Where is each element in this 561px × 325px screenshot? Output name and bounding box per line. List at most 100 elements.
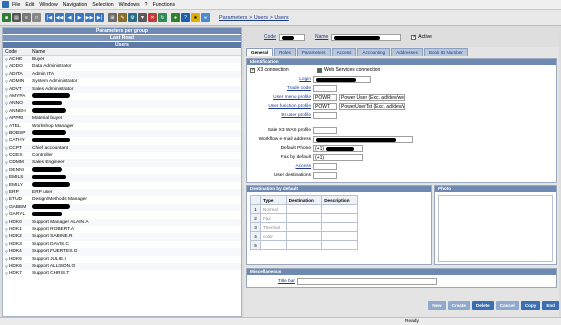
active-checkbox[interactable] [411, 34, 416, 40]
sales-profile-field[interactable] [313, 126, 337, 134]
list-item[interactable]: ⚲ CCPT Chief accountant [3, 144, 241, 153]
destination-cell[interactable] [285, 204, 323, 214]
destination-cell[interactable] [285, 222, 323, 232]
table-row[interactable]: 5 [250, 240, 358, 250]
destination-cell[interactable] [285, 213, 323, 223]
type-cell[interactable]: color [260, 231, 287, 241]
column-name[interactable]: Name [30, 49, 45, 55]
link-icon[interactable]: ∞ [201, 13, 210, 22]
create-button[interactable]: Create [447, 301, 470, 310]
delete-icon[interactable]: ✕ [148, 13, 157, 22]
save-icon[interactable]: ■ [2, 13, 11, 22]
menu-help[interactable]: ? [145, 2, 148, 8]
user-destinations-field[interactable] [313, 171, 337, 179]
list-item[interactable]: ⚲ ERP ERP user [3, 189, 241, 197]
first-record-icon[interactable]: |◀ [45, 13, 54, 22]
filter-icon[interactable]: ▼ [138, 13, 147, 22]
previous-record-icon[interactable]: ◀ [65, 13, 74, 22]
code-field[interactable] [278, 33, 305, 41]
photo-area[interactable] [438, 195, 553, 262]
table-row[interactable]: 1 Normal [250, 204, 358, 214]
params-per-group-header[interactable]: Parameters per group [3, 28, 241, 35]
breadcrumb[interactable]: Parameters > Users > Users [219, 15, 289, 21]
list-item[interactable]: ⚲ ADDO Data Administrator [3, 63, 241, 70]
menu-navigation[interactable]: Navigation [63, 2, 88, 8]
fax-default-field[interactable]: (+1) [313, 153, 363, 161]
table-row[interactable]: 2 Fax [250, 213, 358, 223]
x3-connection-checkbox[interactable] [250, 67, 255, 73]
accept-icon[interactable]: ● [171, 13, 180, 22]
list-item[interactable]: ⚲ ETUD Design/Methods Manager [3, 196, 241, 203]
last-record-icon[interactable]: ▶| [95, 13, 104, 22]
workflow-email-field[interactable] [313, 135, 413, 143]
default-phone-field[interactable]: (+1) [313, 144, 363, 152]
tab-parameters[interactable]: Parameters [296, 48, 331, 56]
list-icon[interactable]: ≡ [22, 13, 31, 22]
list-item[interactable]: ⚲ ADVT Sales Administrator [3, 85, 241, 93]
user-function-profile-field[interactable]: POWT [313, 102, 337, 110]
type-cell[interactable] [260, 240, 287, 250]
list-item[interactable]: ⚲ HDK5 Support JULIE.I [3, 256, 241, 263]
list-item[interactable]: ⚲ CATHY [3, 137, 241, 144]
login-field[interactable] [313, 75, 371, 83]
menu-functions[interactable]: Functions [153, 2, 176, 8]
destination-col-type[interactable]: Type [260, 195, 287, 205]
list-item[interactable]: ⚲ DENNI [3, 167, 241, 174]
list-item[interactable]: ⚲ GARYL [3, 211, 241, 218]
previous-page-icon[interactable]: ◀◀ [55, 13, 64, 22]
print-icon[interactable]: ▤ [12, 13, 21, 22]
list-item[interactable]: ⚲ APPRI Material buyer [3, 115, 241, 123]
destination-col-destination[interactable]: Destination [285, 195, 323, 205]
user-menu-profile-field[interactable]: POWR [313, 93, 337, 101]
list-item[interactable]: ⚲ HDK2 Support SABINE.R [3, 233, 241, 241]
table-row[interactable]: 3 Thermal [250, 222, 358, 232]
attachment-icon[interactable]: ⊞ [108, 13, 117, 22]
column-code[interactable]: Code [3, 49, 30, 55]
tab-access[interactable]: Access [331, 48, 357, 56]
list-item[interactable]: ⚲ ACHE Buyer [3, 56, 241, 64]
list-item[interactable]: ⚲ ATEL Workshop Manager [3, 123, 241, 130]
refresh-icon[interactable]: ↻ [158, 13, 167, 22]
list-item[interactable]: ⚲ HDK4 Support FUERTES.G [3, 248, 241, 256]
tab-general[interactable]: General [246, 48, 274, 56]
star-icon[interactable]: ★ [191, 13, 200, 22]
list-item[interactable]: ⚲ HDK0 Support Manager ALAIN.A [3, 218, 241, 226]
list-item[interactable]: ⚲ HDK1 Support ROBERT.A [3, 226, 241, 233]
menu-windows[interactable]: Windows [119, 2, 140, 8]
type-cell[interactable]: Thermal [260, 222, 287, 232]
access-field[interactable] [313, 162, 337, 170]
tab-book-id-number[interactable]: Book ID Number [423, 48, 468, 56]
list-item[interactable]: ⚲ ADITA Admin ITA [3, 70, 241, 79]
comment-icon[interactable]: ✎ [118, 13, 127, 22]
delete-button[interactable]: Delete [471, 301, 494, 310]
menu-window[interactable]: Window [39, 2, 57, 8]
next-page-icon[interactable]: ▶▶ [85, 13, 94, 22]
users-header[interactable]: Users [3, 42, 241, 49]
type-cell[interactable]: Normal [260, 204, 287, 214]
destination-cell[interactable] [285, 231, 323, 241]
selection-icon[interactable]: □ [32, 13, 41, 22]
table-row[interactable]: 4 color [250, 231, 358, 241]
last-read-header[interactable]: Last Read [3, 35, 241, 42]
list-item[interactable]: ⚲ ANNO [3, 100, 241, 108]
menu-selection[interactable]: Selection [92, 2, 113, 8]
title-bar-field[interactable] [297, 277, 437, 285]
list-item[interactable]: ⚲ CDMM Sales Engineer [3, 159, 241, 167]
list-item[interactable]: ⚲ GABEM [3, 203, 241, 212]
end-button[interactable]: End [542, 301, 559, 310]
tab-accounting[interactable]: Accounting [357, 48, 391, 56]
copy-button[interactable]: Copy [520, 301, 541, 310]
menu-file[interactable]: File [12, 2, 20, 8]
list-item[interactable]: ⚲ ADMIN System Administrator [3, 78, 241, 85]
help-icon[interactable]: ? [181, 13, 190, 22]
type-cell[interactable]: Fax [260, 213, 287, 223]
trade-code-field[interactable] [313, 84, 337, 92]
bi-user-profile-field[interactable] [313, 111, 337, 119]
destination-col-description[interactable]: Description [321, 195, 358, 205]
cancel-button[interactable]: Cancel [495, 301, 519, 310]
new-button[interactable]: New [428, 301, 446, 310]
list-item[interactable]: ⚲ HDK7 Support CHRIS.T [3, 270, 241, 277]
list-item[interactable]: ⚲ HDK3 Support DAVIS.C [3, 241, 241, 248]
list-item[interactable]: ⚲ BOBSP [3, 129, 241, 138]
tools-icon[interactable]: ⚙ [128, 13, 137, 22]
